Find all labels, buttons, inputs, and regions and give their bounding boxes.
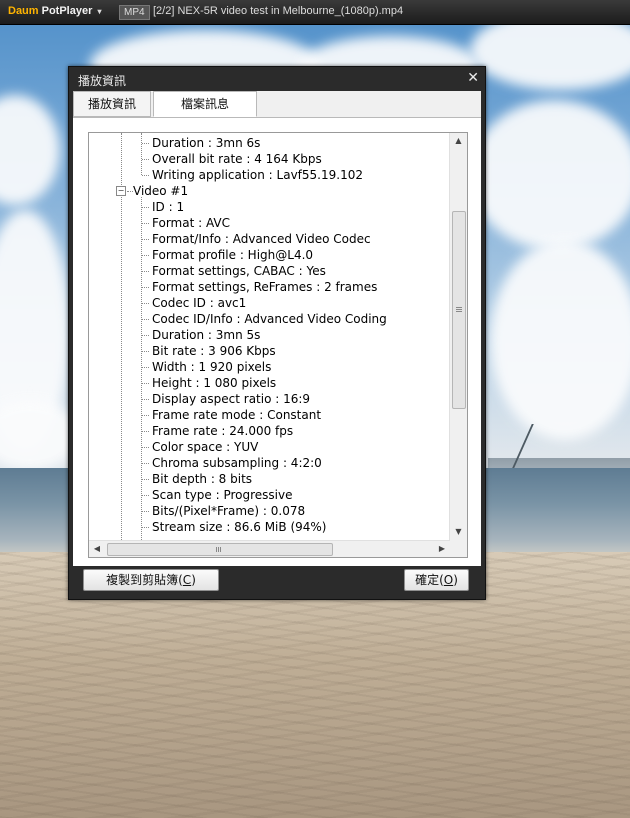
tree-guide xyxy=(142,383,149,384)
file-title: [2/2] NEX-5R video test in Melbourne_(10… xyxy=(153,5,404,17)
scroll-thumb-horizontal[interactable] xyxy=(107,543,333,556)
tree-item[interactable]: Codec ID/Info : Advanced Video Coding xyxy=(152,311,387,327)
tree-guide xyxy=(142,319,149,320)
scroll-thumb[interactable] xyxy=(452,211,466,409)
tree-item[interactable]: Format profile : High@L4.0 xyxy=(152,247,313,263)
tree-guide xyxy=(142,351,149,352)
tree-item[interactable]: Bits/(Pixel*Frame) : 0.078 xyxy=(152,503,305,519)
tree-item[interactable]: Width : 1 920 pixels xyxy=(152,359,271,375)
tab-panel: − Video #1 Duration : 3mn 6s Overall bit … xyxy=(73,117,481,566)
tree-item[interactable]: Format settings, CABAC : Yes xyxy=(152,263,326,279)
tree-guide xyxy=(142,527,149,528)
tree-item[interactable]: Duration : 3mn 5s xyxy=(152,327,260,343)
tree-guide xyxy=(142,303,149,304)
tab-playback-info[interactable]: 播放資訊 xyxy=(73,91,151,117)
tree-item[interactable]: ID : 1 xyxy=(152,199,184,215)
scroll-right-icon[interactable]: ▶ xyxy=(434,541,450,557)
tree-item[interactable]: Codec ID : avc1 xyxy=(152,295,246,311)
tree-guide xyxy=(142,207,149,208)
tree-guide xyxy=(142,479,149,480)
tree-guide xyxy=(142,495,149,496)
tree-item[interactable]: Format settings, ReFrames : 2 frames xyxy=(152,279,377,295)
cloud xyxy=(470,100,630,250)
copy-hotkey: C xyxy=(182,573,192,587)
grip-line xyxy=(456,309,462,310)
scroll-up-icon[interactable]: ▲ xyxy=(450,133,467,149)
tree-item[interactable]: Scan type : Progressive xyxy=(152,487,293,503)
tree-guide xyxy=(142,287,149,288)
tree-guide xyxy=(142,255,149,256)
tree-item[interactable]: Bit depth : 8 bits xyxy=(152,471,252,487)
tree-node-video[interactable]: Video #1 xyxy=(133,183,188,199)
dialog-title: 播放資訊 xyxy=(78,74,127,88)
tree-guide xyxy=(142,431,149,432)
daum-logo: Daum xyxy=(8,5,39,17)
tree-guide xyxy=(142,447,149,448)
app-name: PotPlayer xyxy=(41,5,93,17)
tree-item[interactable]: Height : 1 080 pixels xyxy=(152,375,276,391)
tree-guide xyxy=(142,399,149,400)
horizontal-scrollbar[interactable]: ◀ ▶ xyxy=(89,540,450,557)
grip-line xyxy=(456,307,462,308)
tree-guide xyxy=(142,143,149,144)
copy-label: 複製到剪貼簿( xyxy=(106,573,183,587)
tree-item[interactable]: Stream size : 86.6 MiB (94%) xyxy=(152,519,326,535)
tree-guide xyxy=(142,463,149,464)
copy-to-clipboard-button[interactable]: 複製到剪貼簿(C) xyxy=(83,569,219,591)
tree-item[interactable]: Display aspect ratio : 16:9 xyxy=(152,391,310,407)
tree-item[interactable]: Frame rate mode : Constant xyxy=(152,407,321,423)
tree-item[interactable]: Duration : 3mn 6s xyxy=(152,135,260,151)
scroll-left-icon[interactable]: ◀ xyxy=(89,541,105,557)
tree-guide xyxy=(142,335,149,336)
tree-item[interactable]: Writing application : Lavf55.19.102 xyxy=(152,167,363,183)
vertical-scrollbar[interactable]: ▲ ▼ xyxy=(449,133,467,540)
tab-file-info[interactable]: 檔案訊息 xyxy=(153,91,257,117)
grip-line xyxy=(456,311,462,312)
tree-guide xyxy=(142,223,149,224)
tree-guide xyxy=(141,197,142,540)
cloud xyxy=(490,240,630,440)
tree-guide xyxy=(142,415,149,416)
close-icon[interactable]: ✕ xyxy=(467,70,479,86)
tree-item[interactable]: Chroma subsampling : 4:2:0 xyxy=(152,455,322,471)
playback-info-dialog: 播放資訊 ✕ 播放資訊 檔案訊息 − Video #1 Duration : 3… xyxy=(68,66,486,600)
tab-strip: 播放資訊 檔案訊息 xyxy=(73,91,481,117)
grip-line xyxy=(218,547,219,552)
ok-paren: ) xyxy=(453,573,458,587)
cloud xyxy=(0,95,60,205)
copy-paren: ) xyxy=(191,573,196,587)
tree-item[interactable]: Bit rate : 3 906 Kbps xyxy=(152,343,276,359)
player-titlebar: Daum PotPlayer ▾ MP4 [2/2] NEX-5R video … xyxy=(0,0,630,25)
grip-line xyxy=(216,547,217,552)
grip-line xyxy=(220,547,221,552)
tree-guide xyxy=(141,133,142,175)
tree-guide xyxy=(142,175,149,176)
scroll-corner xyxy=(450,540,467,557)
tree-guide xyxy=(142,271,149,272)
tree-item[interactable]: Format/Info : Advanced Video Codec xyxy=(152,231,371,247)
tree-item[interactable]: Frame rate : 24.000 fps xyxy=(152,423,293,439)
potplayer-menu-button[interactable]: Daum PotPlayer ▾ xyxy=(8,5,101,17)
collapse-icon[interactable]: − xyxy=(116,186,126,196)
tree-guide xyxy=(142,511,149,512)
ok-label: 確定( xyxy=(415,573,444,587)
tree-item[interactable]: Color space : YUV xyxy=(152,439,258,455)
tree-guide xyxy=(142,239,149,240)
scroll-down-icon[interactable]: ▼ xyxy=(450,524,467,540)
tree-guide xyxy=(121,133,122,189)
tree-item[interactable]: Overall bit rate : 4 164 Kbps xyxy=(152,151,322,167)
tree-item[interactable]: Format : AVC xyxy=(152,215,230,231)
tree-guide xyxy=(121,197,122,540)
format-badge: MP4 xyxy=(119,5,150,20)
tree-guide xyxy=(142,159,149,160)
chevron-down-icon: ▾ xyxy=(97,7,102,16)
tree-guide xyxy=(142,367,149,368)
ok-hotkey: O xyxy=(443,573,454,587)
media-info-tree[interactable]: − Video #1 Duration : 3mn 6s Overall bit … xyxy=(88,132,468,558)
ok-button[interactable]: 確定(O) xyxy=(404,569,469,591)
tree-viewport: − Video #1 Duration : 3mn 6s Overall bit … xyxy=(89,133,449,540)
